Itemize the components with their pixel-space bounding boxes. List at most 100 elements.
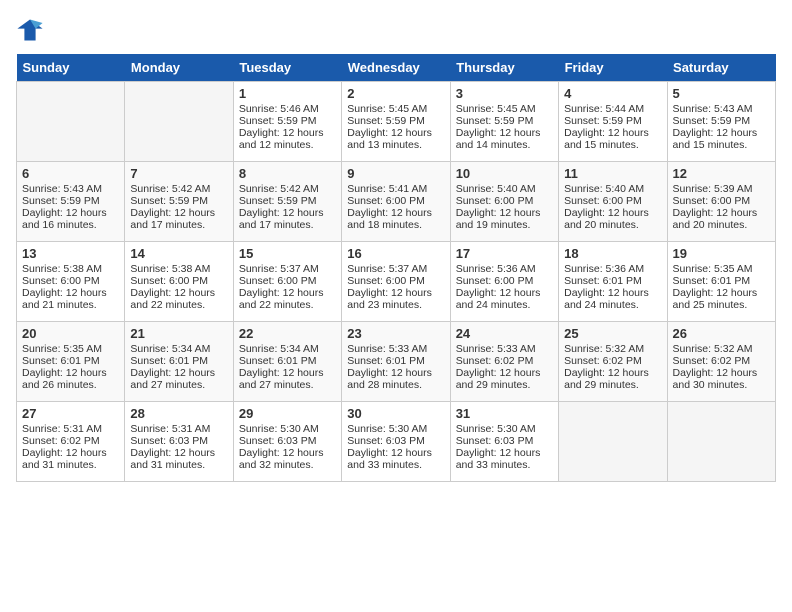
day-number: 4 bbox=[564, 86, 661, 101]
sunset-text: Sunset: 6:02 PM bbox=[22, 435, 100, 447]
calendar-cell: 11 Sunrise: 5:40 AMSunset: 6:00 PMDayligh… bbox=[559, 162, 667, 242]
day-number: 9 bbox=[347, 166, 444, 181]
sunset-text: Sunset: 6:03 PM bbox=[456, 435, 534, 447]
sunrise-text: Sunrise: 5:46 AM bbox=[239, 103, 319, 115]
logo-bird-icon bbox=[16, 16, 44, 44]
sunset-text: Sunset: 6:00 PM bbox=[673, 195, 751, 207]
daylight-text: Daylight: 12 hours and 33 minutes. bbox=[456, 447, 541, 471]
day-number: 8 bbox=[239, 166, 336, 181]
daylight-text: Daylight: 12 hours and 31 minutes. bbox=[22, 447, 107, 471]
sunrise-text: Sunrise: 5:34 AM bbox=[130, 343, 210, 355]
daylight-text: Daylight: 12 hours and 29 minutes. bbox=[564, 367, 649, 391]
sunset-text: Sunset: 6:01 PM bbox=[130, 355, 208, 367]
calendar-cell: 15Sunrise: 5:37 AMSunset: 6:00 PMDayligh… bbox=[233, 242, 341, 322]
sunset-text: Sunset: 6:00 PM bbox=[239, 275, 317, 287]
day-number: 12 bbox=[673, 166, 770, 181]
day-number: 29 bbox=[239, 406, 336, 421]
sunrise-text: Sunrise: 5:43 AM bbox=[22, 183, 102, 195]
calendar-cell: 22Sunrise: 5:34 AMSunset: 6:01 PMDayligh… bbox=[233, 322, 341, 402]
day-number: 17 bbox=[456, 246, 553, 261]
daylight-text: Daylight: 12 hours and 12 minutes. bbox=[239, 127, 324, 151]
sunset-text: Sunset: 6:03 PM bbox=[239, 435, 317, 447]
calendar-cell: 21Sunrise: 5:34 AMSunset: 6:01 PMDayligh… bbox=[125, 322, 233, 402]
sunset-text: Sunset: 6:00 PM bbox=[22, 275, 100, 287]
sunrise-text: Sunrise: 5:31 AM bbox=[22, 423, 102, 435]
sunrise-text: Sunrise: 5:45 AM bbox=[456, 103, 536, 115]
sunset-text: Sunset: 6:01 PM bbox=[564, 275, 642, 287]
daylight-text: Daylight: 12 hours and 15 minutes. bbox=[673, 127, 758, 151]
sunrise-text: Sunrise: 5:42 AM bbox=[239, 183, 319, 195]
sunrise-text: Sunrise: 5:40 AM bbox=[564, 183, 644, 195]
sunset-text: Sunset: 5:59 PM bbox=[22, 195, 100, 207]
calendar-cell: 17Sunrise: 5:36 AMSunset: 6:00 PMDayligh… bbox=[450, 242, 558, 322]
day-header-thursday: Thursday bbox=[450, 54, 558, 82]
day-number: 11 bbox=[564, 166, 661, 181]
day-header-sunday: Sunday bbox=[17, 54, 125, 82]
calendar-cell: 26 Sunrise: 5:32 AMSunset: 6:02 PMDayligh… bbox=[667, 322, 775, 402]
calendar-cell: 31 Sunrise: 5:30 AMSunset: 6:03 PMDayligh… bbox=[450, 402, 558, 482]
day-number: 26 bbox=[673, 326, 770, 341]
daylight-text: Daylight: 12 hours and 20 minutes. bbox=[673, 207, 758, 231]
calendar-cell: 29Sunrise: 5:30 AMSunset: 6:03 PMDayligh… bbox=[233, 402, 341, 482]
daylight-text: Daylight: 12 hours and 31 minutes. bbox=[130, 447, 215, 471]
calendar-cell: 6Sunrise: 5:43 AMSunset: 5:59 PMDaylight… bbox=[17, 162, 125, 242]
page-header bbox=[16, 16, 776, 44]
calendar-cell: 2Sunrise: 5:45 AMSunset: 5:59 PMDaylight… bbox=[342, 82, 450, 162]
calendar-cell: 20Sunrise: 5:35 AMSunset: 6:01 PMDayligh… bbox=[17, 322, 125, 402]
calendar-cell: 9Sunrise: 5:41 AMSunset: 6:00 PMDaylight… bbox=[342, 162, 450, 242]
sunset-text: Sunset: 6:01 PM bbox=[673, 275, 751, 287]
day-header-tuesday: Tuesday bbox=[233, 54, 341, 82]
day-number: 21 bbox=[130, 326, 227, 341]
calendar-table: SundayMondayTuesdayWednesdayThursdayFrid… bbox=[16, 54, 776, 482]
sunset-text: Sunset: 6:02 PM bbox=[673, 355, 751, 367]
day-number: 7 bbox=[130, 166, 227, 181]
sunrise-text: Sunrise: 5:36 AM bbox=[564, 263, 644, 275]
calendar-cell: 5Sunrise: 5:43 AMSunset: 5:59 PMDaylight… bbox=[667, 82, 775, 162]
sunset-text: Sunset: 6:02 PM bbox=[564, 355, 642, 367]
calendar-cell: 18Sunrise: 5:36 AMSunset: 6:01 PMDayligh… bbox=[559, 242, 667, 322]
daylight-text: Daylight: 12 hours and 24 minutes. bbox=[456, 287, 541, 311]
day-header-wednesday: Wednesday bbox=[342, 54, 450, 82]
sunrise-text: Sunrise: 5:37 AM bbox=[347, 263, 427, 275]
sunset-text: Sunset: 6:01 PM bbox=[239, 355, 317, 367]
day-number: 15 bbox=[239, 246, 336, 261]
day-number: 30 bbox=[347, 406, 444, 421]
sunrise-text: Sunrise: 5:30 AM bbox=[456, 423, 536, 435]
day-number: 1 bbox=[239, 86, 336, 101]
sunset-text: Sunset: 6:03 PM bbox=[347, 435, 425, 447]
sunset-text: Sunset: 6:00 PM bbox=[347, 195, 425, 207]
daylight-text: Daylight: 12 hours and 27 minutes. bbox=[239, 367, 324, 391]
daylight-text: Daylight: 12 hours and 15 minutes. bbox=[564, 127, 649, 151]
sunset-text: Sunset: 6:01 PM bbox=[347, 355, 425, 367]
day-header-friday: Friday bbox=[559, 54, 667, 82]
sunrise-text: Sunrise: 5:35 AM bbox=[22, 343, 102, 355]
sunset-text: Sunset: 6:00 PM bbox=[564, 195, 642, 207]
daylight-text: Daylight: 12 hours and 29 minutes. bbox=[456, 367, 541, 391]
sunset-text: Sunset: 6:01 PM bbox=[22, 355, 100, 367]
daylight-text: Daylight: 12 hours and 25 minutes. bbox=[673, 287, 758, 311]
sunrise-text: Sunrise: 5:43 AM bbox=[673, 103, 753, 115]
day-number: 31 bbox=[456, 406, 553, 421]
daylight-text: Daylight: 12 hours and 30 minutes. bbox=[673, 367, 758, 391]
daylight-text: Daylight: 12 hours and 19 minutes. bbox=[456, 207, 541, 231]
sunrise-text: Sunrise: 5:44 AM bbox=[564, 103, 644, 115]
day-number: 19 bbox=[673, 246, 770, 261]
daylight-text: Daylight: 12 hours and 20 minutes. bbox=[564, 207, 649, 231]
daylight-text: Daylight: 12 hours and 22 minutes. bbox=[239, 287, 324, 311]
sunrise-text: Sunrise: 5:35 AM bbox=[673, 263, 753, 275]
calendar-cell: 1Sunrise: 5:46 AMSunset: 5:59 PMDaylight… bbox=[233, 82, 341, 162]
sunrise-text: Sunrise: 5:32 AM bbox=[673, 343, 753, 355]
calendar-cell: 23Sunrise: 5:33 AMSunset: 6:01 PMDayligh… bbox=[342, 322, 450, 402]
calendar-header-row: SundayMondayTuesdayWednesdayThursdayFrid… bbox=[17, 54, 776, 82]
day-number: 2 bbox=[347, 86, 444, 101]
sunset-text: Sunset: 5:59 PM bbox=[673, 115, 751, 127]
daylight-text: Daylight: 12 hours and 26 minutes. bbox=[22, 367, 107, 391]
sunset-text: Sunset: 6:03 PM bbox=[130, 435, 208, 447]
daylight-text: Daylight: 12 hours and 21 minutes. bbox=[22, 287, 107, 311]
sunrise-text: Sunrise: 5:30 AM bbox=[347, 423, 427, 435]
calendar-week-row: 1Sunrise: 5:46 AMSunset: 5:59 PMDaylight… bbox=[17, 82, 776, 162]
calendar-cell: 8Sunrise: 5:42 AMSunset: 5:59 PMDaylight… bbox=[233, 162, 341, 242]
calendar-week-row: 13Sunrise: 5:38 AMSunset: 6:00 PMDayligh… bbox=[17, 242, 776, 322]
day-number: 25 bbox=[564, 326, 661, 341]
sunrise-text: Sunrise: 5:30 AM bbox=[239, 423, 319, 435]
